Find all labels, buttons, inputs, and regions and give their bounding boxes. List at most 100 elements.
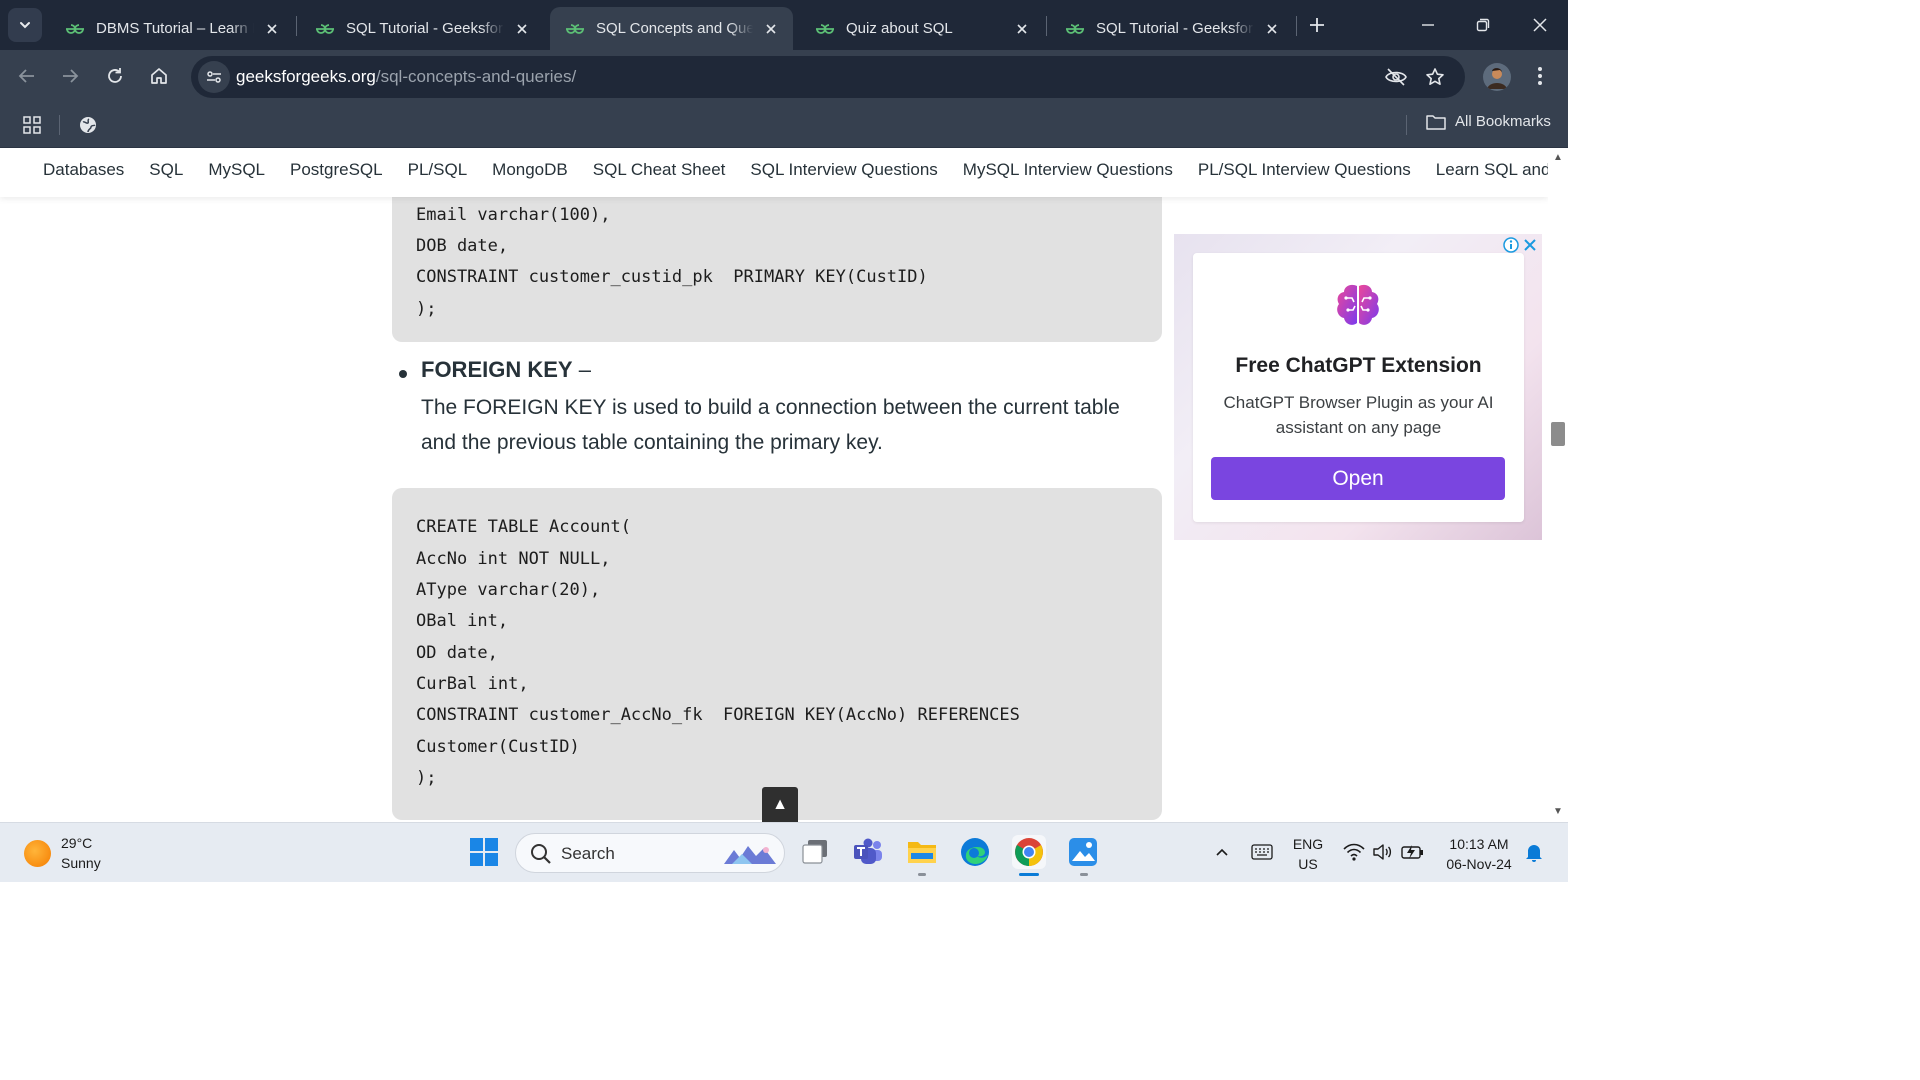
speaker-icon	[1373, 844, 1392, 860]
site-nav-item[interactable]: Databases	[43, 160, 124, 180]
task-view-button[interactable]	[798, 835, 832, 869]
battery-button[interactable]	[1396, 835, 1430, 869]
all-bookmarks-label: All Bookmarks	[1455, 113, 1551, 130]
edge-app[interactable]	[958, 835, 992, 869]
browser-tab[interactable]: SQL Tutorial - GeeksforG	[1050, 7, 1294, 50]
close-tab-icon[interactable]	[1012, 19, 1032, 39]
ad-choices[interactable]	[1503, 237, 1538, 253]
language-indicator[interactable]: ENG US	[1290, 834, 1326, 874]
site-nav-item[interactable]: PL/SQL Interview Questions	[1198, 160, 1411, 180]
home-button[interactable]	[143, 60, 175, 92]
code-line: CONSTRAINT customer_custid_pk PRIMARY KE…	[416, 267, 928, 287]
volume-button[interactable]	[1365, 835, 1399, 869]
close-tab-icon[interactable]	[262, 19, 282, 39]
restore-button[interactable]	[1467, 9, 1499, 41]
scroll-to-top-button[interactable]: ▲	[762, 787, 798, 822]
site-nav-item[interactable]: MySQL	[208, 160, 265, 180]
tab-separator	[1296, 16, 1297, 36]
address-bar[interactable]: geeksforgeeks.org/sql-concepts-and-queri…	[191, 56, 1465, 98]
bookmark-star-button[interactable]	[1421, 63, 1449, 91]
site-nav-item[interactable]: SQL Cheat Sheet	[593, 160, 726, 180]
code-line: OD date,	[416, 643, 498, 663]
battery-charging-icon	[1401, 845, 1423, 859]
browser-tab[interactable]: DBMS Tutorial – Learn Da	[50, 7, 294, 50]
ad-card[interactable]: Free ChatGPT Extension ChatGPT Browser P…	[1193, 253, 1524, 522]
new-tab-button[interactable]	[1303, 11, 1331, 39]
code-line: CurBal int,	[416, 674, 529, 694]
brain-icon	[1337, 284, 1379, 325]
weather-temperature: 29°C	[61, 835, 93, 851]
bookmark-globe[interactable]	[74, 111, 102, 139]
code-line: Customer(CustID)	[416, 737, 580, 757]
close-ad-icon[interactable]	[1522, 237, 1538, 253]
notifications-button[interactable]	[1517, 835, 1551, 869]
gfg-favicon-icon	[566, 23, 584, 34]
teams-app[interactable]	[851, 835, 885, 869]
profile-avatar[interactable]	[1483, 63, 1511, 91]
url-text: geeksforgeeks.org/sql-concepts-and-queri…	[236, 67, 576, 87]
site-nav-item[interactable]: SQL Interview Questions	[750, 160, 937, 180]
clock[interactable]: 10:13 AM 06-Nov-24	[1440, 834, 1518, 874]
close-tab-icon[interactable]	[512, 19, 532, 39]
tracking-protection-button[interactable]	[1382, 63, 1410, 91]
browser-tab-active[interactable]: SQL Concepts and Queric	[550, 7, 793, 50]
chrome-app[interactable]	[1012, 835, 1046, 869]
page-scrollbar[interactable]: ▲ ▼	[1548, 148, 1568, 822]
site-nav-item[interactable]: Learn SQL and Dat	[1436, 160, 1548, 180]
file-explorer-app[interactable]	[905, 835, 939, 869]
code-line: OBal int,	[416, 611, 509, 631]
arrow-up-icon: ▲	[772, 796, 788, 813]
browser-tab[interactable]: Quiz about SQL	[800, 7, 1044, 50]
arrow-left-icon	[18, 69, 34, 83]
show-hidden-icons-button[interactable]	[1205, 835, 1239, 869]
all-bookmarks-button[interactable]: All Bookmarks	[1426, 113, 1551, 130]
scrollbar-thumb[interactable]	[1551, 422, 1565, 446]
tab-title: Quiz about SQL	[846, 20, 953, 37]
reload-button[interactable]	[99, 60, 131, 92]
scroll-up-arrow[interactable]: ▲	[1552, 152, 1564, 164]
apps-button[interactable]	[18, 111, 46, 139]
close-window-button[interactable]	[1524, 9, 1556, 41]
browser-menu-button[interactable]	[1528, 62, 1552, 90]
minimize-button[interactable]	[1412, 9, 1444, 41]
app-running-indicator	[1080, 873, 1088, 876]
section-heading-text: FOREIGN KEY	[421, 357, 573, 382]
weather-description: Sunny	[61, 855, 101, 871]
gfg-favicon-icon	[1066, 23, 1084, 34]
scroll-down-arrow[interactable]: ▼	[1552, 806, 1564, 818]
site-nav-item[interactable]: PL/SQL	[408, 160, 468, 180]
start-button[interactable]	[467, 835, 501, 869]
code-line: CONSTRAINT customer_AccNo_fk FOREIGN KEY…	[416, 705, 1020, 725]
arrow-right-icon	[63, 69, 79, 83]
chrome-icon	[1015, 838, 1043, 866]
more-vertical-icon	[1538, 67, 1542, 85]
gfg-favicon-icon	[66, 23, 84, 34]
weather-widget[interactable]: 29°C Sunny	[24, 833, 101, 873]
close-tab-icon[interactable]	[761, 19, 781, 39]
close-tab-icon[interactable]	[1262, 19, 1282, 39]
forward-button[interactable]	[54, 60, 86, 92]
browser-tab[interactable]: SQL Tutorial - GeeksforG	[300, 7, 544, 50]
site-nav-item[interactable]: MongoDB	[492, 160, 568, 180]
touch-keyboard-button[interactable]	[1245, 835, 1279, 869]
advertisement: Free ChatGPT Extension ChatGPT Browser P…	[1174, 234, 1542, 540]
wifi-icon	[1343, 843, 1365, 861]
ad-open-button[interactable]: Open	[1211, 457, 1505, 500]
site-info-button[interactable]	[198, 61, 230, 93]
plus-icon	[1310, 18, 1324, 32]
clock-time: 10:13 AM	[1449, 836, 1509, 852]
taskbar-search[interactable]: Search	[515, 833, 785, 873]
photos-app[interactable]	[1066, 835, 1100, 869]
task-view-icon	[802, 840, 827, 864]
minimize-icon	[1422, 24, 1434, 26]
search-label: Search	[561, 844, 615, 863]
back-button[interactable]	[11, 60, 43, 92]
site-nav-item[interactable]: MySQL Interview Questions	[963, 160, 1173, 180]
site-nav-item[interactable]: SQL	[149, 160, 183, 180]
site-nav-item[interactable]: PostgreSQL	[290, 160, 383, 180]
tab-search-button[interactable]	[8, 8, 42, 42]
tab-title: SQL Concepts and Queric	[596, 20, 753, 37]
bell-icon	[1526, 845, 1542, 862]
folder-icon	[908, 842, 936, 863]
url-path: /sql-concepts-and-queries/	[375, 67, 577, 86]
